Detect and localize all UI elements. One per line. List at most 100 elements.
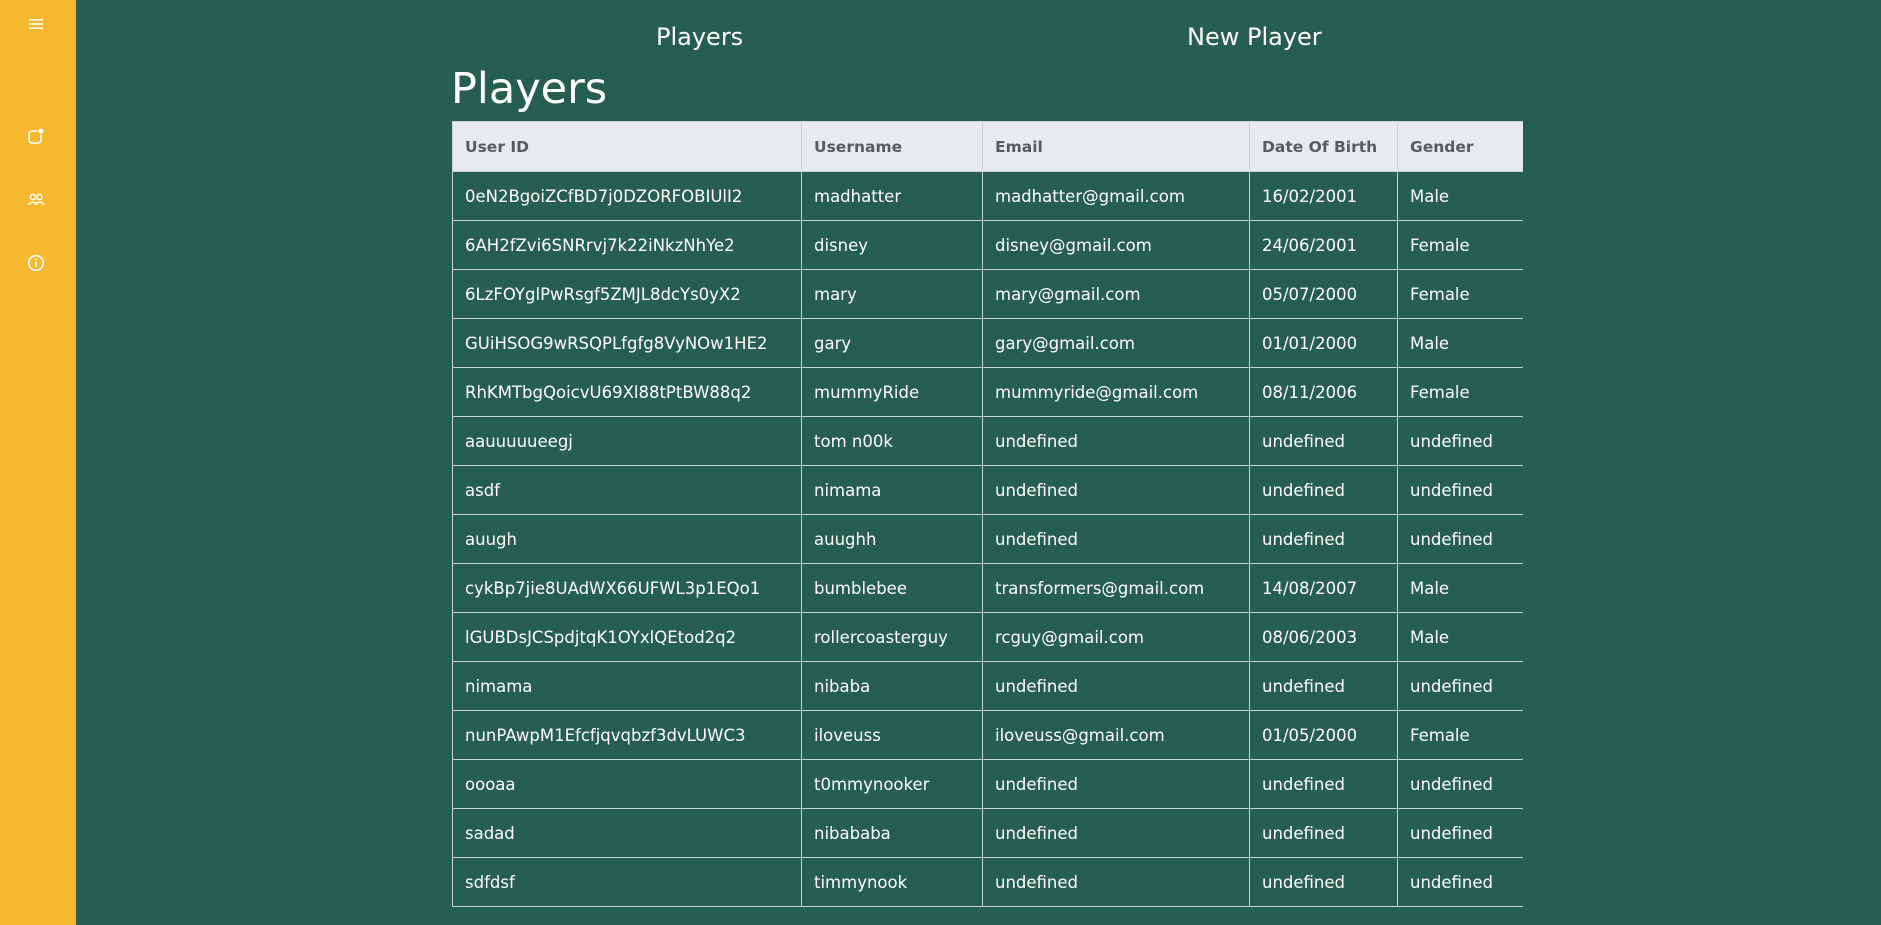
page-title: Players — [451, 64, 608, 114]
table-row[interactable]: GUiHSOG9wRSQPLfgfg8VyNOw1HE2 gary gary@g… — [452, 318, 1523, 368]
cell-user-id: aauuuuueegj — [452, 416, 802, 466]
table-row[interactable]: lGUBDsJCSpdjtqK1OYxlQEtod2q2 rollercoast… — [452, 612, 1523, 662]
sidebar — [0, 0, 76, 925]
cell-date-of-birth: undefined — [1249, 808, 1398, 858]
cell-date-of-birth: undefined — [1249, 661, 1398, 711]
cell-username: rollercoasterguy — [801, 612, 983, 662]
notification-icon[interactable] — [26, 126, 46, 146]
cell-username: auughh — [801, 514, 983, 564]
cell-email: undefined — [982, 759, 1250, 809]
cell-user-id: 6AH2fZvi6SNRrvj7k22iNkzNhYe2 — [452, 220, 802, 270]
cell-email: undefined — [982, 514, 1250, 564]
table-row[interactable]: auugh auughh undefined undefined undefin… — [452, 514, 1523, 564]
table-row[interactable]: 6AH2fZvi6SNRrvj7k22iNkzNhYe2 disney disn… — [452, 220, 1523, 270]
header-email[interactable]: Email — [982, 121, 1250, 172]
table-header-row: User ID Username Email Date Of Birth Gen… — [452, 121, 1523, 172]
cell-gender: Male — [1397, 318, 1523, 368]
cell-date-of-birth: 08/06/2003 — [1249, 612, 1398, 662]
cell-gender: Female — [1397, 269, 1523, 319]
cell-gender: Female — [1397, 220, 1523, 270]
cell-gender: undefined — [1397, 416, 1523, 466]
cell-user-id: RhKMTbgQoicvU69Xl88tPtBW88q2 — [452, 367, 802, 417]
header-username[interactable]: Username — [801, 121, 983, 172]
cell-user-id: auugh — [452, 514, 802, 564]
table-row[interactable]: nunPAwpM1Efcfjqvqbzf3dvLUWC3 iloveuss il… — [452, 710, 1523, 760]
cell-email: madhatter@gmail.com — [982, 171, 1250, 221]
cell-date-of-birth: 16/02/2001 — [1249, 171, 1398, 221]
cell-email: gary@gmail.com — [982, 318, 1250, 368]
cell-username: nibaba — [801, 661, 983, 711]
cell-email: undefined — [982, 808, 1250, 858]
table-row[interactable]: aauuuuueegj tom n00k undefined undefined… — [452, 416, 1523, 466]
cell-user-id: nimama — [452, 661, 802, 711]
cell-date-of-birth: 05/07/2000 — [1249, 269, 1398, 319]
cell-user-id: sdfdsf — [452, 857, 802, 907]
cell-email: undefined — [982, 465, 1250, 515]
nav-new-player-link[interactable]: New Player — [1187, 20, 1322, 54]
cell-gender: undefined — [1397, 661, 1523, 711]
cell-gender: Female — [1397, 710, 1523, 760]
cell-email: undefined — [982, 857, 1250, 907]
cell-gender: undefined — [1397, 857, 1523, 907]
cell-email: mary@gmail.com — [982, 269, 1250, 319]
cell-user-id: 6LzFOYglPwRsgf5ZMJL8dcYs0yX2 — [452, 269, 802, 319]
cell-username: mummyRide — [801, 367, 983, 417]
table-row[interactable]: oooaa t0mmynooker undefined undefined un… — [452, 759, 1523, 809]
cell-date-of-birth: 08/11/2006 — [1249, 367, 1398, 417]
cell-date-of-birth: 24/06/2001 — [1249, 220, 1398, 270]
table-row[interactable]: 0eN2BgoiZCfBD7j0DZORFOBIUlI2 madhatter m… — [452, 171, 1523, 221]
cell-gender: undefined — [1397, 759, 1523, 809]
cell-date-of-birth: undefined — [1249, 759, 1398, 809]
cell-user-id: 0eN2BgoiZCfBD7j0DZORFOBIUlI2 — [452, 171, 802, 221]
header-user-id[interactable]: User ID — [452, 121, 802, 172]
menu-icon[interactable] — [26, 14, 46, 34]
cell-date-of-birth: undefined — [1249, 514, 1398, 564]
cell-username: gary — [801, 318, 983, 368]
cell-gender: undefined — [1397, 808, 1523, 858]
cell-date-of-birth: undefined — [1249, 465, 1398, 515]
table-row[interactable]: sadad nibababa undefined undefined undef… — [452, 808, 1523, 858]
cell-username: tom n00k — [801, 416, 983, 466]
cell-email: transformers@gmail.com — [982, 563, 1250, 613]
cell-date-of-birth: 14/08/2007 — [1249, 563, 1398, 613]
cell-user-id: cykBp7jie8UAdWX66UFWL3p1EQo1 — [452, 563, 802, 613]
cell-username: iloveuss — [801, 710, 983, 760]
cell-email: mummyride@gmail.com — [982, 367, 1250, 417]
header-date-of-birth[interactable]: Date Of Birth — [1249, 121, 1398, 172]
table-row[interactable]: cykBp7jie8UAdWX66UFWL3p1EQo1 bumblebee t… — [452, 563, 1523, 613]
cell-gender: Male — [1397, 563, 1523, 613]
players-table: User ID Username Email Date Of Birth Gen… — [452, 121, 1523, 907]
cell-user-id: GUiHSOG9wRSQPLfgfg8VyNOw1HE2 — [452, 318, 802, 368]
cell-user-id: lGUBDsJCSpdjtqK1OYxlQEtod2q2 — [452, 612, 802, 662]
cell-user-id: oooaa — [452, 759, 802, 809]
cell-email: undefined — [982, 661, 1250, 711]
table-row[interactable]: nimama nibaba undefined undefined undefi… — [452, 661, 1523, 711]
cell-date-of-birth: undefined — [1249, 857, 1398, 907]
cell-username: bumblebee — [801, 563, 983, 613]
cell-user-id: sadad — [452, 808, 802, 858]
header-gender[interactable]: Gender — [1397, 121, 1523, 172]
nav-players-link[interactable]: Players — [656, 20, 743, 54]
table-row[interactable]: 6LzFOYglPwRsgf5ZMJL8dcYs0yX2 mary mary@g… — [452, 269, 1523, 319]
cell-username: nibababa — [801, 808, 983, 858]
cell-username: t0mmynooker — [801, 759, 983, 809]
table-row[interactable]: sdfdsf timmynook undefined undefined und… — [452, 857, 1523, 907]
cell-email: disney@gmail.com — [982, 220, 1250, 270]
cell-date-of-birth: 01/05/2000 — [1249, 710, 1398, 760]
cell-user-id: nunPAwpM1Efcfjqvqbzf3dvLUWC3 — [452, 710, 802, 760]
cell-date-of-birth: 01/01/2000 — [1249, 318, 1398, 368]
cell-gender: undefined — [1397, 514, 1523, 564]
cell-gender: undefined — [1397, 465, 1523, 515]
cell-username: madhatter — [801, 171, 983, 221]
cell-gender: Female — [1397, 367, 1523, 417]
cell-username: timmynook — [801, 857, 983, 907]
users-icon[interactable] — [26, 190, 46, 210]
table-row[interactable]: RhKMTbgQoicvU69Xl88tPtBW88q2 mummyRide m… — [452, 367, 1523, 417]
cell-email: rcguy@gmail.com — [982, 612, 1250, 662]
cell-date-of-birth: undefined — [1249, 416, 1398, 466]
cell-username: mary — [801, 269, 983, 319]
players-table-container[interactable]: User ID Username Email Date Of Birth Gen… — [452, 121, 1523, 925]
info-icon[interactable] — [26, 253, 46, 273]
cell-user-id: asdf — [452, 465, 802, 515]
table-row[interactable]: asdf nimama undefined undefined undefine… — [452, 465, 1523, 515]
